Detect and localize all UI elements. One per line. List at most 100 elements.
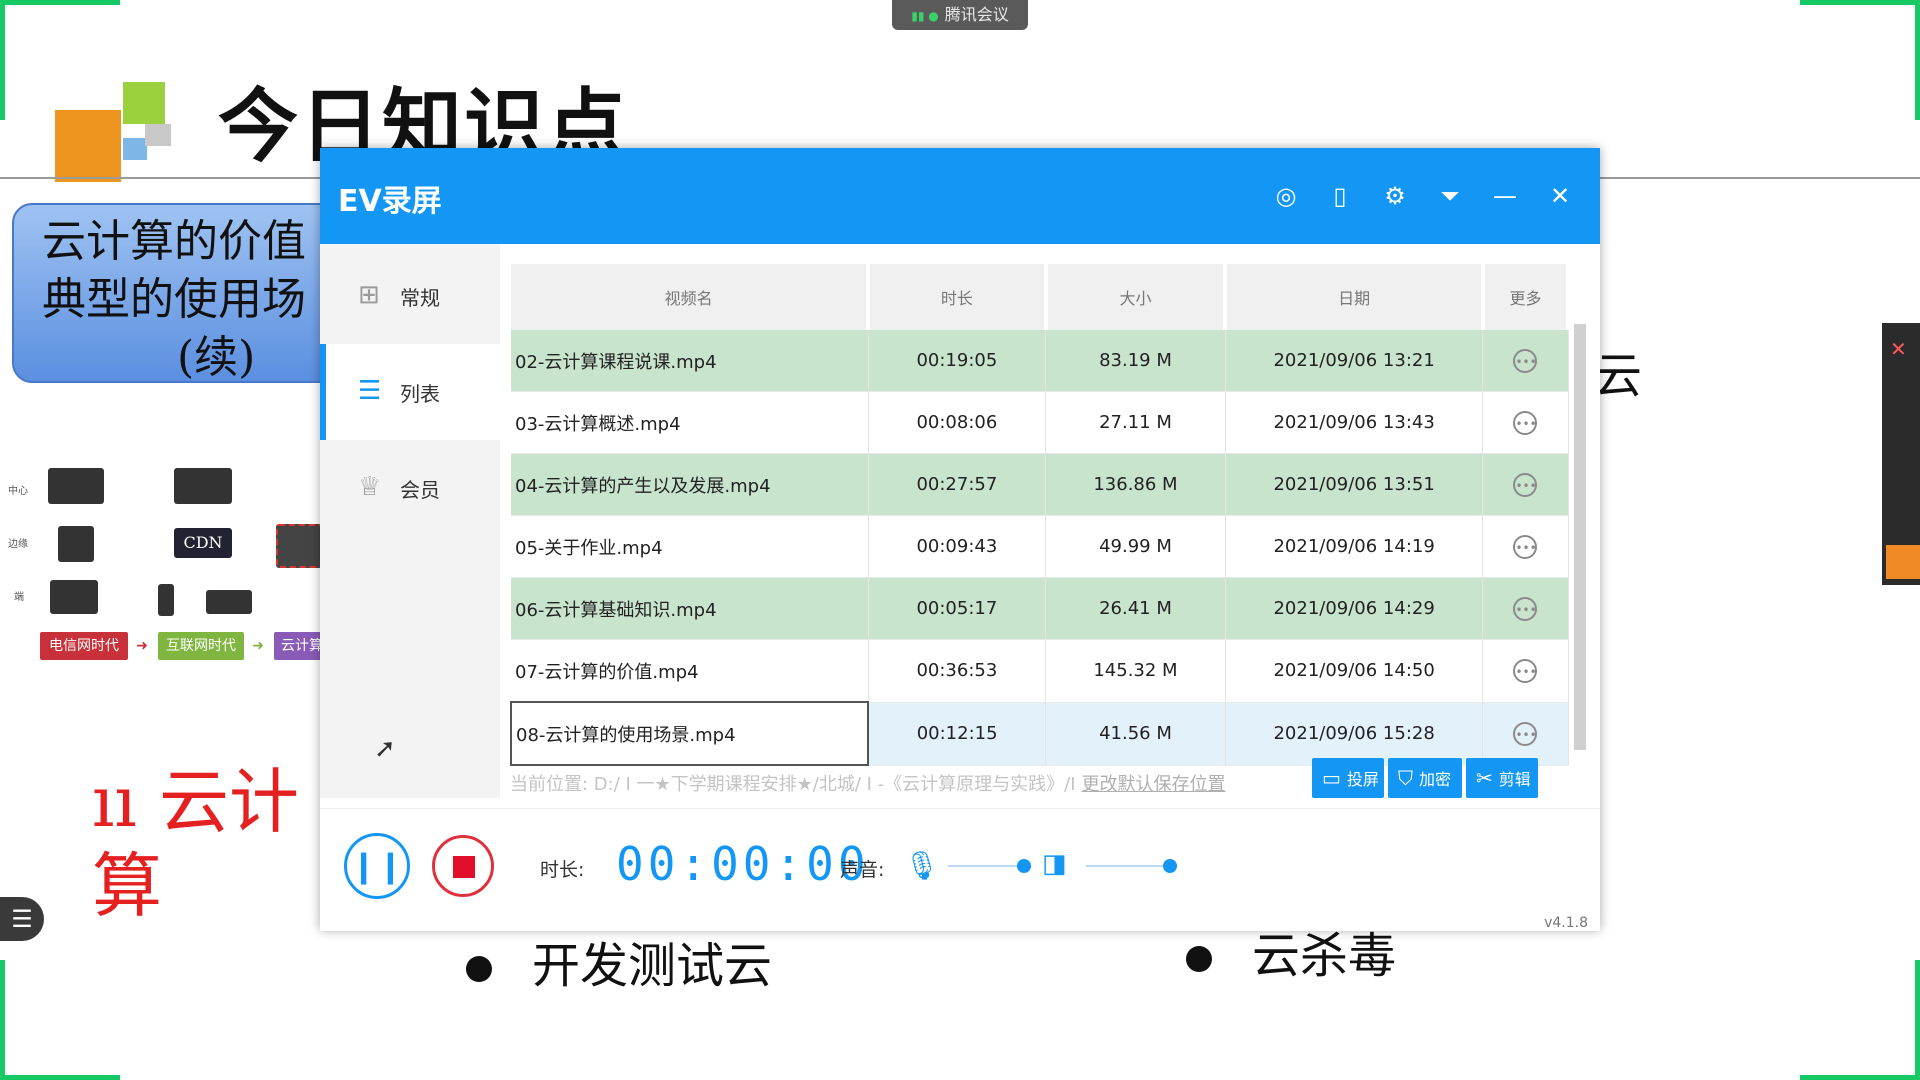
header-size[interactable]: 大小 [1045,264,1228,330]
corner-br-v [1915,960,1920,1080]
diagram-row-label: 端 [14,592,24,603]
meeting-indicator[interactable]: ▮▮ ● 腾讯会议 [892,0,1028,30]
close-icon[interactable]: ✕ [1546,182,1574,210]
mic-volume-slider[interactable] [948,859,1031,873]
phone-image [158,584,174,616]
user-icon[interactable]: ◎ [1272,182,1300,210]
grid-icon: ⊞ [358,280,380,310]
cast-button[interactable]: ▭ 投屏 [1312,758,1384,798]
titlebar[interactable]: EV录屏 ◎ ▯ ⚙ ⏷ — ✕ [320,148,1600,244]
corner-tr-h [1800,0,1920,5]
edit-button[interactable]: ✂ 剪辑 [1466,758,1538,798]
slide-partial-text: 云 [1594,348,1643,404]
cell-date: 2021/09/06 14:50 [1225,639,1484,703]
cell-more: ••• [1482,391,1569,454]
table-scrollbar[interactable] [1574,324,1586,750]
era-arrow: ➜ [252,638,264,654]
slide-logo [55,82,175,182]
change-save-location-link[interactable]: 更改默认保存位置 [1082,774,1226,795]
telephone-image [50,580,98,614]
cell-duration: 00:27:57 [868,453,1047,516]
corner-bl-h [0,1075,120,1080]
cell-date: 2021/09/06 14:29 [1225,577,1484,640]
table-row[interactable]: 04-云计算的产生以及发展.mp4 00:27:57 136.86 M 2021… [511,453,1569,516]
cell-duration: 00:09:43 [868,515,1047,578]
table-row[interactable]: 05-关于作业.mp4 00:09:43 49.99 M 2021/09/06 … [511,515,1569,578]
table-row[interactable]: 02-云计算课程说课.mp4 00:19:05 83.19 M 2021/09/… [511,330,1569,392]
cell-size: 83.19 M [1045,330,1226,392]
microphone-icon[interactable]: 🎙 [904,849,940,882]
cast-label: 投屏 [1346,770,1379,789]
cell-more: ••• [1482,453,1569,516]
more-options-icon[interactable]: ••• [1513,348,1538,373]
speaker-icon[interactable]: ◨ [1042,849,1067,879]
ev-recorder-window: EV录屏 ◎ ▯ ⚙ ⏷ — ✕ ⊞ 常规 ☰ 列表 ♕ 会员 视频名 时长 大… [320,148,1600,931]
cell-name: 02-云计算课程说课.mp4 [511,330,869,392]
cdn-image: CDN [174,528,232,558]
header-date[interactable]: 日期 [1225,264,1485,330]
nav-member[interactable]: ♕ 会员 [320,440,500,536]
side-menu-button[interactable]: ☰ [0,897,44,941]
duration-label: 时长: [540,859,585,881]
cell-name: 03-云计算概述.mp4 [511,391,869,454]
cell-name: 07-云计算的价值.mp4 [511,639,869,703]
slider-knob[interactable] [1017,859,1031,873]
more-options-icon[interactable]: ••• [1513,410,1538,435]
nav-label: 列表 [400,382,440,406]
cell-date: 2021/09/06 15:28 [1225,702,1484,766]
video-list-table: 视频名 时长 大小 日期 更多 02-云计算课程说课.mp4 00:19:05 … [509,264,1580,766]
cell-duration: 00:08:06 [868,391,1047,454]
gear-icon[interactable]: ⚙ [1381,182,1409,210]
more-options-icon[interactable]: ••• [1513,596,1538,621]
participant-icon[interactable] [1886,545,1920,579]
cell-size: 49.99 M [1045,515,1226,578]
nav-label: 常规 [400,286,440,310]
header-duration[interactable]: 时长 [868,264,1048,330]
more-options-icon[interactable]: ••• [1513,658,1538,683]
cell-size: 136.86 M [1045,453,1226,516]
server-rack-image [48,468,104,504]
slide-topic-box: 云计算的价值 典型的使用场 (续) [12,203,342,383]
topic-line: 云计算的价值 [42,216,306,267]
encrypt-button[interactable]: ⛉ 加密 [1388,758,1462,798]
shield-icon: ⛉ [1398,766,1413,790]
version-label: v4.1.8 [1544,915,1588,931]
cell-duration: 00:36:53 [868,639,1047,703]
slider-knob[interactable] [1163,859,1177,873]
cell-more: ••• [1482,577,1569,640]
more-options-icon[interactable]: ••• [1513,721,1538,746]
table-row[interactable]: 03-云计算概述.mp4 00:08:06 27.11 M 2021/09/06… [511,391,1569,454]
encrypt-label: 加密 [1419,770,1452,789]
edit-label: 剪辑 [1498,770,1531,789]
nav-general[interactable]: ⊞ 常规 [320,248,500,344]
table-row-selected[interactable]: 08-云计算的使用场景.mp4 00:12:15 41.56 M 2021/09… [509,701,1569,766]
dropdown-icon[interactable]: ⏷ [1436,182,1464,210]
minimize-icon[interactable]: — [1491,182,1519,210]
cell-duration: 00:12:15 [868,702,1047,766]
right-dock-panel[interactable]: ✕ [1882,323,1920,585]
stop-icon [453,856,475,878]
edge-server-image [58,526,94,562]
signal-icon: ▮▮ ● [911,9,939,23]
mic-muted-icon[interactable]: ✕ [1890,337,1907,361]
table-row[interactable]: 07-云计算的价值.mp4 00:36:53 145.32 M 2021/09/… [511,639,1569,703]
table-row[interactable]: 06-云计算基础知识.mp4 00:05:17 26.41 M 2021/09/… [511,577,1569,640]
pause-button[interactable]: ❙❙ [344,833,410,899]
header-name[interactable]: 视频名 [511,264,871,330]
sidebar: ⊞ 常规 ☰ 列表 ♕ 会员 [320,244,500,798]
volume-label: 声音: [840,859,885,881]
stop-button[interactable] [432,835,494,897]
cell-more: ••• [1482,515,1569,578]
cell-name[interactable]: 08-云计算的使用场景.mp4 [509,701,870,766]
speaker-volume-slider[interactable] [1086,859,1177,873]
era-telecom: 电信网时代 [40,632,128,660]
phone-icon[interactable]: ▯ [1326,182,1354,210]
bullet-text: 开发测试云 [532,938,773,994]
nav-list[interactable]: ☰ 列表 [320,344,500,440]
more-options-icon[interactable]: ••• [1513,534,1538,559]
cell-size: 27.11 M [1045,391,1226,454]
cell-duration: 00:05:17 [868,577,1047,640]
more-options-icon[interactable]: ••• [1513,472,1538,497]
cell-name: 05-关于作业.mp4 [511,515,869,578]
topic-line: (续) [177,332,256,383]
